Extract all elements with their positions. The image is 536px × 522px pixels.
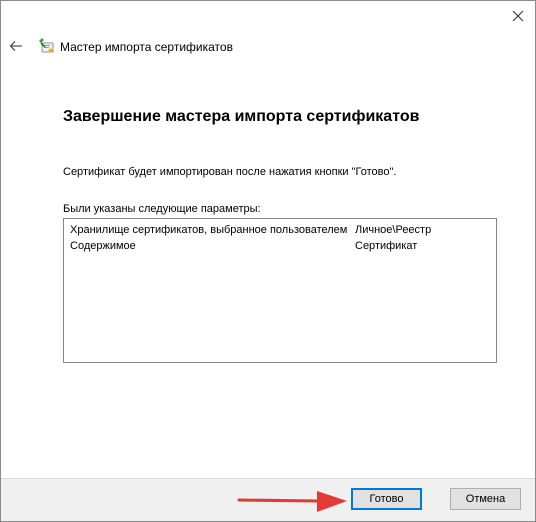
window-title: Мастер импорта сертификатов: [60, 40, 233, 54]
back-arrow-icon: [9, 41, 22, 51]
param-key: Содержимое: [70, 240, 136, 252]
param-key: Хранилище сертификатов, выбранное пользо…: [70, 224, 348, 236]
param-value: Личное\Реестр: [355, 224, 432, 236]
close-button[interactable]: [501, 1, 535, 31]
close-icon: [512, 10, 524, 22]
back-button[interactable]: [7, 37, 25, 55]
page-heading: Завершение мастера импорта сертификатов: [63, 108, 420, 125]
finish-button[interactable]: Готово: [351, 488, 422, 510]
annotation-arrow-icon: [237, 491, 347, 512]
wizard-header: Мастер импорта сертификатов: [1, 31, 535, 61]
certificate-wizard-icon: [39, 38, 54, 53]
cancel-button[interactable]: Отмена: [450, 488, 521, 510]
wizard-window: Мастер импорта сертификатов Завершение м…: [0, 0, 536, 522]
params-label: Были указаны следующие параметры:: [63, 203, 261, 215]
params-list[interactable]: Хранилище сертификатов, выбранное пользо…: [63, 218, 497, 363]
param-value: Сертификат: [355, 240, 418, 252]
page-description: Сертификат будет импортирован после нажа…: [63, 166, 397, 178]
